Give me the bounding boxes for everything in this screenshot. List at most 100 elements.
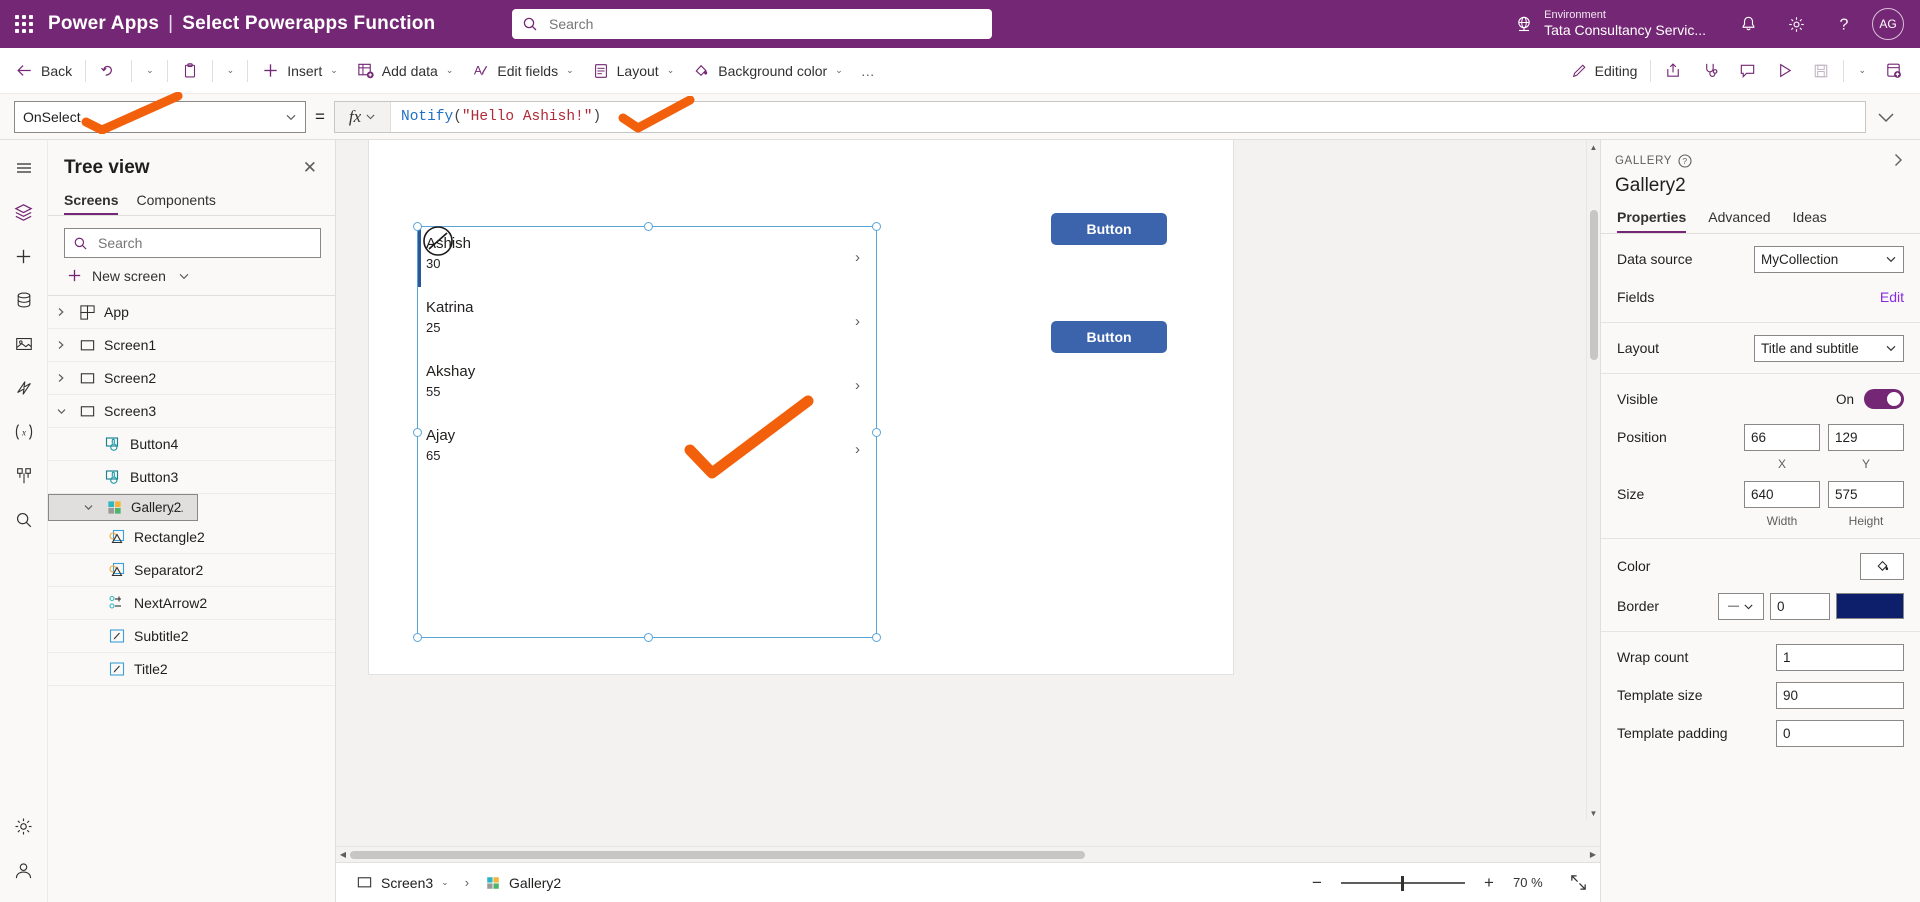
edit-fields-button[interactable]: A Edit fields ⌄ (462, 55, 582, 87)
resize-handle-e[interactable] (872, 428, 881, 437)
gallery-item-next-arrow-icon[interactable]: › (855, 377, 860, 394)
resize-handle-ne[interactable] (872, 222, 881, 231)
tree-item-screen3[interactable]: Screen3 (48, 395, 335, 428)
chevron-down-icon[interactable] (75, 502, 101, 513)
gallery-item-next-arrow-icon[interactable]: › (855, 441, 860, 458)
border-color-swatch[interactable] (1836, 593, 1904, 619)
formula-expand-button[interactable] (1866, 106, 1906, 128)
chevron-right-icon[interactable] (48, 340, 74, 350)
chevron-right-icon[interactable] (48, 373, 74, 383)
search-input[interactable] (547, 15, 982, 33)
canvas-button-1[interactable]: Button (1051, 213, 1167, 245)
scroll-right-arrow-icon[interactable]: ▶ (1586, 850, 1600, 859)
chevron-right-icon[interactable] (1890, 152, 1906, 168)
background-color-button[interactable]: Background color ⌄ (683, 55, 852, 87)
border-thickness-input[interactable]: 0 (1770, 592, 1830, 620)
zoom-slider-thumb[interactable] (1401, 875, 1404, 891)
notifications-icon[interactable] (1724, 0, 1772, 48)
chevron-right-icon[interactable] (48, 307, 74, 317)
tab-components[interactable]: Components (136, 192, 215, 215)
app-checker-button[interactable] (1692, 55, 1729, 87)
publish-button[interactable] (1875, 55, 1912, 87)
wrap-count-input[interactable]: 1 (1776, 643, 1904, 671)
settings-icon[interactable] (1772, 0, 1820, 48)
formula-input-wrapper[interactable]: fx Notify("Hello Ashish!") (334, 100, 1866, 133)
app-launcher-icon[interactable] (0, 0, 48, 48)
horizontal-scroll-thumb[interactable] (350, 850, 1085, 859)
horizontal-scroll-track[interactable] (350, 850, 1586, 859)
resize-handle-s[interactable] (644, 633, 653, 642)
close-icon[interactable]: ✕ (299, 154, 321, 182)
media-icon[interactable] (4, 324, 44, 364)
save-button[interactable] (1803, 55, 1839, 87)
components-icon[interactable] (4, 456, 44, 496)
breadcrumb-control[interactable]: Gallery2 (479, 871, 567, 895)
tree-search[interactable] (64, 228, 321, 258)
size-height-input[interactable]: 575 (1828, 480, 1904, 508)
comments-button[interactable] (1729, 55, 1766, 87)
help-icon[interactable]: ? (1820, 0, 1868, 48)
zoom-slider[interactable] (1341, 875, 1465, 891)
gallery-item[interactable]: Katrina 25 › (418, 293, 878, 357)
resize-handle-n[interactable] (644, 222, 653, 231)
gallery-item[interactable]: Ajay 65 › (418, 421, 878, 485)
tree-item-button4[interactable]: Button4 (48, 428, 335, 461)
tab-advanced[interactable]: Advanced (1708, 209, 1770, 233)
insert-icon[interactable] (4, 236, 44, 276)
tree-item-nextarrow2[interactable]: NextArrow2 (48, 587, 335, 620)
global-search[interactable] (512, 9, 992, 39)
position-x-input[interactable]: 66 (1744, 423, 1820, 451)
environment-selector[interactable]: Environment Tata Consultancy Servic... (1514, 9, 1724, 38)
undo-dropdown[interactable]: ⌄ (136, 55, 163, 87)
scroll-down-arrow-icon[interactable]: ▼ (1587, 806, 1600, 820)
tree-item-app[interactable]: App (48, 296, 335, 329)
tree-item-more-icon[interactable]: ... (171, 500, 185, 515)
tab-properties[interactable]: Properties (1617, 209, 1686, 233)
template-padding-input[interactable]: 0 (1776, 719, 1904, 747)
resize-handle-w[interactable] (413, 428, 422, 437)
gallery-item-next-arrow-icon[interactable]: › (855, 313, 860, 330)
save-dropdown[interactable]: ⌄ (1848, 55, 1875, 87)
position-y-input[interactable]: 129 (1828, 423, 1904, 451)
fit-to-screen-icon[interactable] (1569, 873, 1588, 892)
app-screen-canvas[interactable]: Ashish 30 › Katrina 25 › Akshay 55 › Aja… (368, 140, 1234, 675)
fields-edit-link[interactable]: Edit (1880, 289, 1904, 305)
tree-item-title2[interactable]: Title2 (48, 653, 335, 686)
insert-button[interactable]: Insert ⌄ (252, 55, 347, 87)
tree-item-screen2[interactable]: Screen2 (48, 362, 335, 395)
visible-toggle[interactable] (1864, 389, 1904, 409)
tree-search-input[interactable] (96, 234, 312, 252)
paste-dropdown[interactable]: ⌄ (217, 55, 244, 87)
fx-button[interactable]: fx (335, 101, 391, 132)
scroll-left-arrow-icon[interactable]: ◀ (336, 850, 350, 859)
preview-button[interactable] (1766, 55, 1803, 87)
breadcrumb-screen[interactable]: Screen3 ⌄ (350, 870, 455, 895)
data-source-select[interactable]: MyCollection (1754, 245, 1904, 273)
property-selector[interactable]: OnSelect (14, 100, 306, 133)
tree-item-separator2[interactable]: Separator2 (48, 554, 335, 587)
editing-mode-button[interactable]: Editing (1561, 55, 1647, 87)
add-data-button[interactable]: Add data ⌄ (347, 55, 463, 87)
data-icon[interactable] (4, 280, 44, 320)
tree-item-rectangle2[interactable]: Rectangle2 (48, 521, 335, 554)
paste-button[interactable] (172, 55, 208, 87)
tab-screens[interactable]: Screens (64, 192, 118, 215)
canvas-horizontal-scrollbar[interactable]: ◀ ▶ (336, 846, 1600, 862)
resize-handle-se[interactable] (872, 633, 881, 642)
canvas-vertical-scrollbar[interactable]: ▲ ▼ (1586, 140, 1600, 820)
tree-item-screen1[interactable]: Screen1 (48, 329, 335, 362)
border-style-select[interactable]: — (1718, 592, 1764, 620)
layout-button[interactable]: Layout ⌄ (583, 55, 684, 87)
chevron-down-icon[interactable] (48, 406, 74, 417)
variables-icon[interactable]: x (4, 412, 44, 452)
share-button[interactable] (1655, 55, 1692, 87)
canvas-button-2[interactable]: Button (1051, 321, 1167, 353)
chevron-down-icon[interactable]: ⌄ (441, 877, 449, 888)
search-icon[interactable] (4, 500, 44, 540)
settings-icon[interactable] (4, 806, 44, 846)
zoom-in-button[interactable]: + (1479, 873, 1499, 893)
help-circle-icon[interactable]: ? (1678, 154, 1692, 168)
template-size-input[interactable]: 90 (1776, 681, 1904, 709)
undo-button[interactable] (90, 55, 127, 87)
new-screen-button[interactable]: New screen (48, 258, 335, 296)
